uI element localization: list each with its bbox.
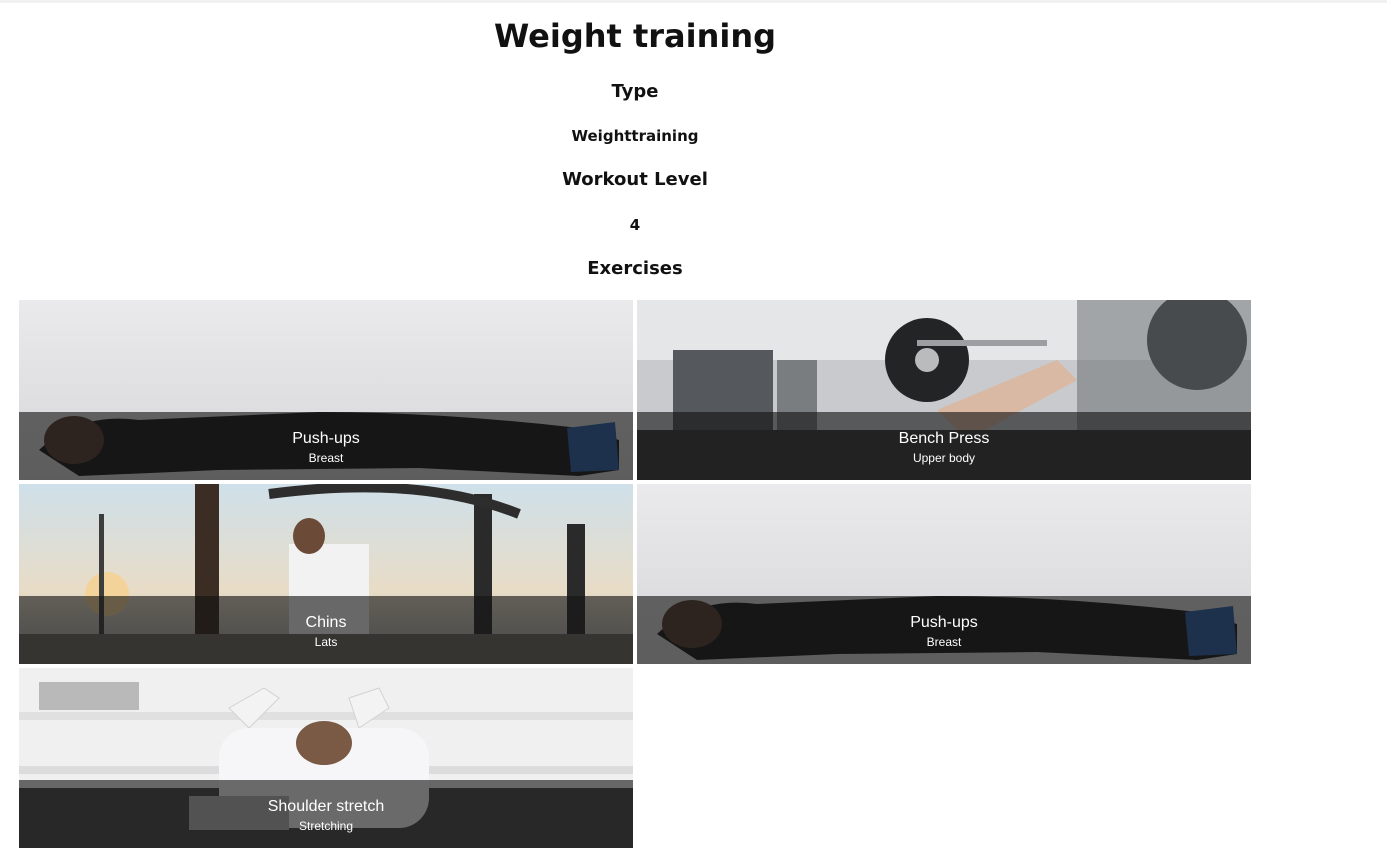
exercise-category: Lats: [314, 635, 338, 649]
workout-level-value: 4: [629, 216, 641, 234]
exercise-category: Breast: [926, 635, 962, 649]
exercise-card-bench-press[interactable]: Bench Press Upper body: [637, 300, 1251, 480]
exercise-category: Upper body: [912, 451, 976, 465]
exercise-category: Stretching: [298, 819, 354, 833]
exercise-name: Push-ups: [292, 430, 360, 447]
page-title: Weight training: [493, 17, 777, 55]
exercise-name: Push-ups: [910, 614, 978, 631]
workout-level-heading: Workout Level: [562, 169, 708, 190]
exercise-name: Shoulder stretch: [267, 798, 385, 815]
exercise-name: Chins: [305, 614, 347, 631]
exercise-name: Bench Press: [898, 430, 990, 447]
top-border: [0, 0, 1387, 3]
exercises-heading: Exercises: [587, 258, 683, 279]
type-value: Weighttraining: [571, 127, 699, 145]
exercise-card-push-ups[interactable]: Push-ups Breast: [19, 300, 633, 480]
exercise-card-chins[interactable]: Chins Lats: [19, 484, 633, 664]
exercise-category: Breast: [308, 451, 344, 465]
type-heading: Type: [611, 81, 659, 102]
exercise-card-shoulder-stretch[interactable]: Shoulder stretch Stretching: [19, 668, 633, 848]
exercise-card-push-ups-2[interactable]: Push-ups Breast: [637, 484, 1251, 664]
